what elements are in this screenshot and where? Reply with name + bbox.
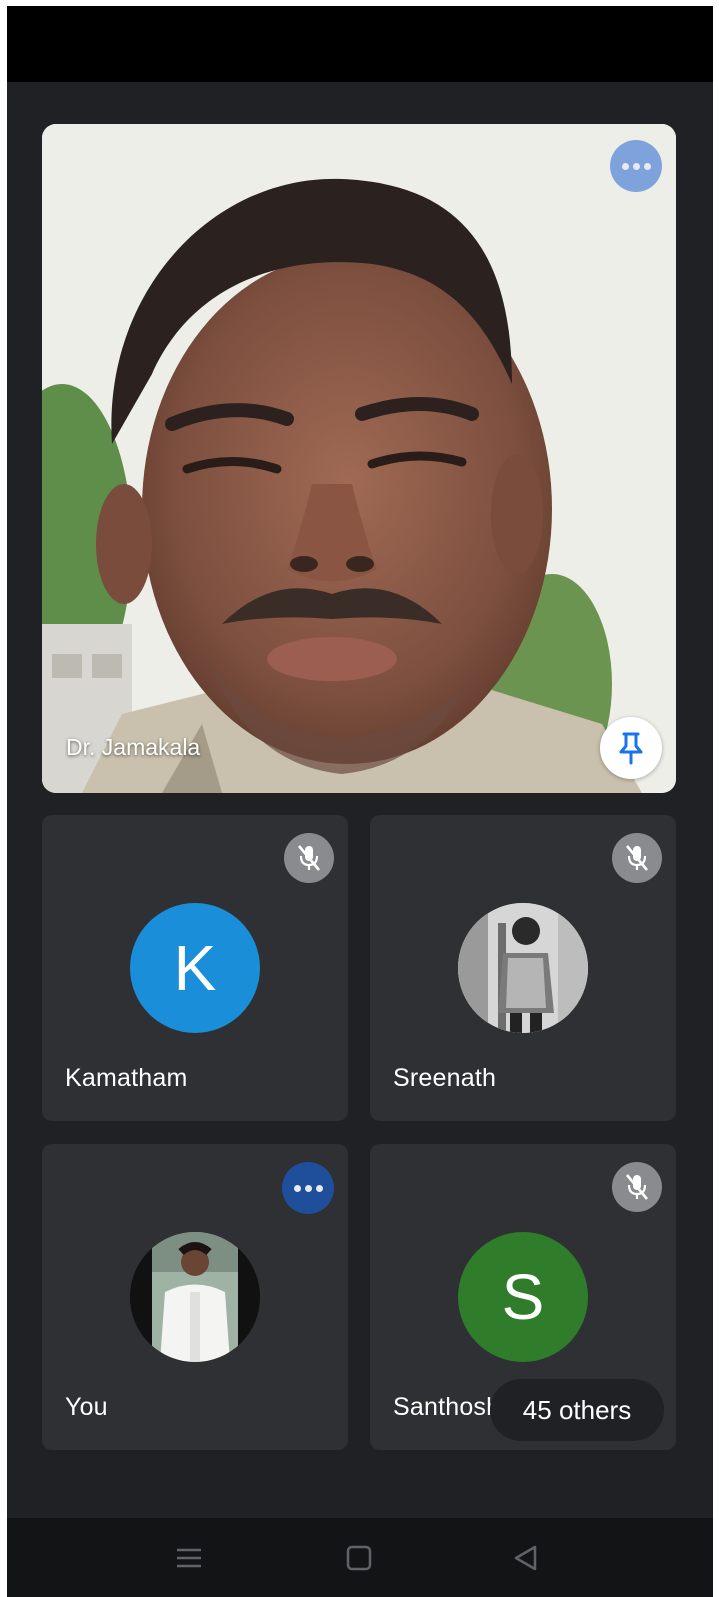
mic-off-button bbox=[612, 833, 662, 883]
more-options-icon bbox=[293, 1184, 301, 1192]
avatar: S bbox=[458, 1232, 588, 1362]
mic-off-button bbox=[284, 833, 334, 883]
meeting-screen: Dr. Jamakala K Kamatham Sreenath You S S… bbox=[7, 6, 713, 1597]
home-button[interactable] bbox=[329, 1528, 389, 1588]
avatar-letter: K bbox=[173, 932, 217, 1004]
pin-icon bbox=[619, 732, 643, 765]
pin-button[interactable] bbox=[600, 717, 662, 779]
status-bar bbox=[7, 6, 713, 82]
participant-name: Kamatham bbox=[65, 1064, 188, 1092]
profile-photo bbox=[130, 1232, 260, 1362]
avatar bbox=[458, 903, 588, 1033]
avatar: K bbox=[130, 903, 260, 1033]
main-participant-name: Dr. Jamakala bbox=[66, 734, 201, 760]
avatar-letter: S bbox=[501, 1261, 545, 1333]
more-options-dot bbox=[315, 1184, 323, 1192]
participant-name: Santhosh bbox=[393, 1393, 501, 1421]
home-icon bbox=[346, 1545, 372, 1571]
avatar bbox=[130, 1232, 260, 1362]
navigation-bar bbox=[7, 1518, 713, 1597]
profile-photo bbox=[458, 903, 588, 1033]
menu-button[interactable] bbox=[159, 1528, 219, 1588]
menu-icon bbox=[177, 1548, 201, 1568]
more-options-dot bbox=[632, 162, 640, 170]
participant-name: Sreenath bbox=[393, 1064, 497, 1092]
more-options-button[interactable] bbox=[610, 140, 662, 192]
participant-video-feed bbox=[42, 124, 676, 793]
others-button[interactable]: 45 others bbox=[490, 1379, 664, 1441]
participant-name: You bbox=[65, 1393, 108, 1421]
others-label: 45 others bbox=[522, 1394, 632, 1425]
mic-off-icon bbox=[626, 845, 648, 871]
participant-tile-sreenath[interactable]: Sreenath bbox=[370, 815, 676, 1121]
more-options-button[interactable] bbox=[282, 1162, 334, 1214]
mic-off-button bbox=[612, 1162, 662, 1212]
mic-off-icon bbox=[298, 845, 320, 871]
main-participant-tile[interactable]: Dr. Jamakala bbox=[42, 124, 676, 793]
more-options-icon bbox=[621, 162, 629, 170]
participant-tile-kamatham[interactable]: K Kamatham bbox=[42, 815, 348, 1121]
back-button[interactable] bbox=[495, 1528, 555, 1588]
more-options-dot bbox=[304, 1184, 312, 1192]
back-icon bbox=[514, 1545, 537, 1571]
mic-off-icon bbox=[626, 1174, 648, 1200]
participant-tile-you[interactable]: You bbox=[42, 1144, 348, 1450]
more-options-dot bbox=[643, 162, 651, 170]
